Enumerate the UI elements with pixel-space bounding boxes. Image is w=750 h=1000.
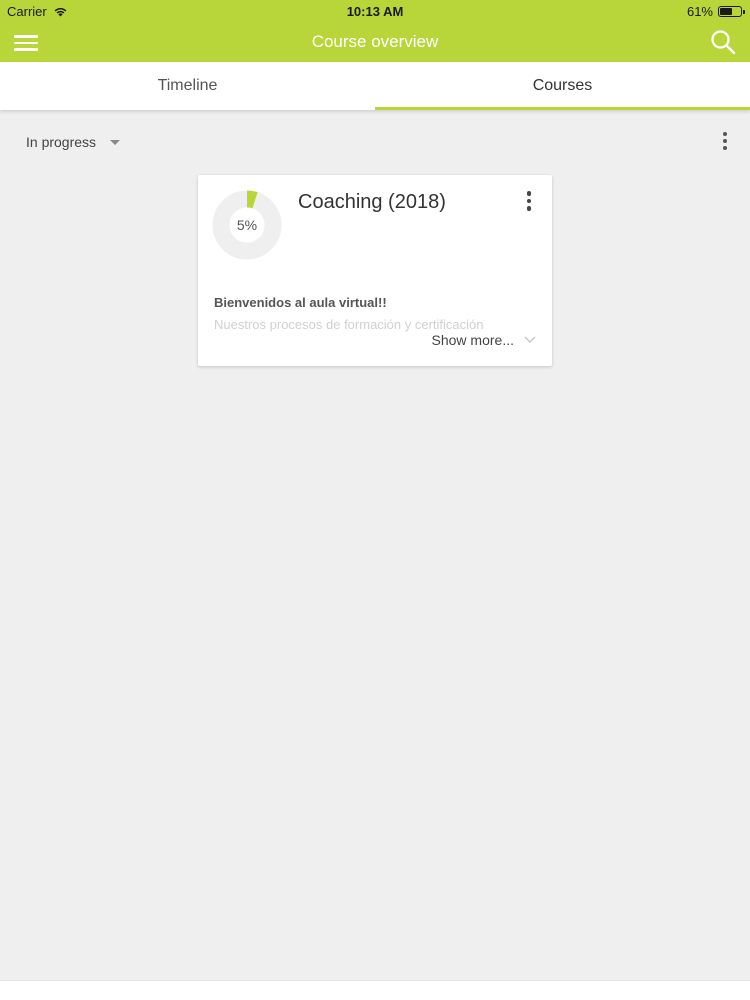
- course-summary-text: Nuestros procesos de formación y certifi…: [214, 317, 484, 332]
- show-more-button[interactable]: Show more...: [425, 332, 536, 348]
- more-options-icon[interactable]: [720, 132, 730, 152]
- page-title: Course overview: [311, 32, 439, 51]
- progress-percent: 5%: [236, 217, 258, 233]
- course-title[interactable]: Coaching (2018): [298, 191, 446, 214]
- battery-percent: 61%: [686, 4, 713, 19]
- app-header: Course overview: [0, 22, 750, 62]
- status-filter-dropdown[interactable]: In progress: [26, 134, 121, 150]
- dropdown-caret-icon: [110, 139, 121, 145]
- bottom-bar: [0, 980, 750, 1000]
- battery-icon: [718, 6, 745, 17]
- course-card[interactable]: 5% Coaching (2018) Bienvenidos al aula v…: [198, 175, 552, 366]
- course-options-icon[interactable]: [524, 191, 534, 211]
- filter-selected-label: In progress: [26, 134, 97, 150]
- show-more-label: Show more...: [431, 332, 514, 348]
- status-time: 10:13 AM: [346, 4, 404, 19]
- tab-bar: Timeline Courses: [0, 62, 750, 110]
- chevron-down-icon: [524, 336, 536, 344]
- course-summary-heading: Bienvenidos al aula virtual!!: [214, 295, 387, 310]
- status-right: 61%: [686, 4, 745, 19]
- tab-timeline[interactable]: Timeline: [0, 62, 375, 110]
- tab-courses[interactable]: Courses: [375, 62, 750, 110]
- status-bar: Carrier 10:13 AM 61%: [0, 0, 750, 22]
- battery-level: [720, 8, 733, 15]
- search-icon[interactable]: [710, 29, 736, 55]
